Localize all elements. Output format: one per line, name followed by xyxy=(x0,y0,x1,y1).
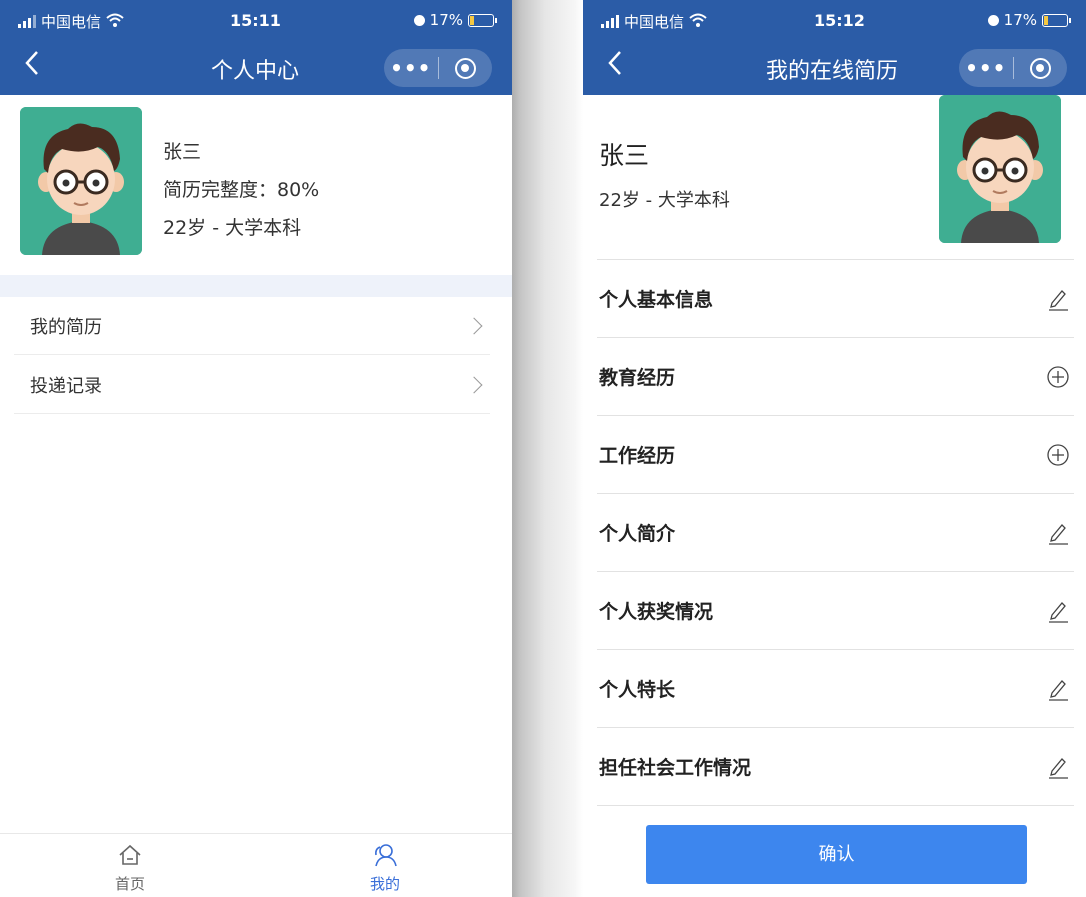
carrier-label: 中国电信 xyxy=(41,13,102,31)
carrier-label: 中国电信 xyxy=(624,13,685,31)
back-button[interactable] xyxy=(605,48,635,84)
user-name: 张三 xyxy=(163,141,202,163)
chevron-left-icon xyxy=(608,51,621,75)
section-work-experience[interactable]: 工作经历 xyxy=(597,415,1074,493)
status-bar: 中国电信 15:11 17% xyxy=(0,0,512,40)
nav-bar: 我的在线简历 ••• xyxy=(583,40,1086,95)
battery-icon xyxy=(468,13,497,27)
menu-item-application-records[interactable]: 投递记录 xyxy=(14,356,490,414)
edit-icon[interactable] xyxy=(1046,599,1070,623)
section-introduction[interactable]: 个人简介 xyxy=(597,493,1074,571)
battery-percent: 17% xyxy=(429,11,463,29)
resume-completeness: 简历完整度：80% xyxy=(163,179,320,201)
profile-info: 张三 简历完整度：80% 22岁 - 大学本科 xyxy=(163,133,319,247)
personal-center-screen: 中国电信 15:11 17% 个人中心 ••• 张三 简历完整度：80% 22岁… xyxy=(0,0,512,897)
edit-icon[interactable] xyxy=(1046,521,1070,545)
section-label: 个人基本信息 xyxy=(599,289,714,311)
home-icon xyxy=(119,844,141,865)
battery-percent: 17% xyxy=(1003,11,1037,29)
close-button[interactable] xyxy=(439,57,493,79)
status-bar: 中国电信 15:12 17% xyxy=(583,0,1086,40)
tab-label: 我的 xyxy=(369,875,400,893)
online-resume-screen: 中国电信 15:12 17% 我的在线简历 ••• 张三 22岁 - 大学本科 xyxy=(583,0,1086,897)
section-label: 担任社会工作情况 xyxy=(599,757,752,779)
section-label: 工作经历 xyxy=(599,445,676,467)
wifi-icon xyxy=(106,13,124,31)
edit-icon[interactable] xyxy=(1046,287,1070,311)
divider xyxy=(597,805,1074,806)
tab-mine[interactable]: 我的 xyxy=(345,840,425,894)
edit-icon[interactable] xyxy=(1046,677,1070,701)
mini-program-capsule: ••• xyxy=(384,49,492,87)
close-circle-icon xyxy=(1029,57,1051,79)
section-label: 个人获奖情况 xyxy=(599,601,714,623)
mini-program-capsule: ••• xyxy=(959,49,1067,87)
confirm-button[interactable]: 确认 xyxy=(646,825,1027,884)
alarm-icon xyxy=(413,14,425,26)
menu-item-label: 投递记录 xyxy=(30,375,102,397)
avatar[interactable] xyxy=(939,95,1061,243)
avatar-illustration xyxy=(939,95,1061,243)
section-label: 教育经历 xyxy=(599,367,676,389)
close-button[interactable] xyxy=(1014,57,1068,79)
section-label: 个人简介 xyxy=(599,523,676,545)
chevron-left-icon xyxy=(25,51,38,75)
section-label: 个人特长 xyxy=(599,679,676,701)
menu-item-my-resume[interactable]: 我的简历 xyxy=(14,297,490,355)
clock-time: 15:12 xyxy=(814,11,865,30)
signal-icon xyxy=(18,15,36,28)
menu-item-label: 我的简历 xyxy=(30,316,102,338)
section-education[interactable]: 教育经历 xyxy=(597,337,1074,415)
close-circle-icon xyxy=(454,57,476,79)
chevron-right-icon xyxy=(465,317,483,334)
avatar xyxy=(20,107,142,255)
section-divider xyxy=(0,275,512,297)
more-button[interactable]: ••• xyxy=(384,49,438,87)
tab-bar: 首页 我的 xyxy=(0,833,512,897)
tab-home[interactable]: 首页 xyxy=(90,840,170,894)
add-icon[interactable] xyxy=(1046,443,1070,467)
section-skills[interactable]: 个人特长 xyxy=(597,649,1074,727)
age-education: 22岁 - 大学本科 xyxy=(599,190,730,211)
battery-icon xyxy=(1042,13,1071,27)
signal-icon xyxy=(601,15,619,28)
page-title: 个人中心 xyxy=(211,59,300,84)
section-social-work[interactable]: 担任社会工作情况 xyxy=(597,727,1074,805)
nav-bar: 个人中心 ••• xyxy=(0,40,512,95)
back-button[interactable] xyxy=(22,48,52,84)
edit-icon[interactable] xyxy=(1046,755,1070,779)
page-title: 我的在线简历 xyxy=(766,59,899,84)
avatar-illustration xyxy=(20,107,142,255)
user-icon xyxy=(375,844,397,867)
age-education: 22岁 - 大学本科 xyxy=(163,217,302,239)
chevron-right-icon xyxy=(465,376,483,393)
more-button[interactable]: ••• xyxy=(959,49,1013,87)
tab-label: 首页 xyxy=(114,875,145,893)
section-awards[interactable]: 个人获奖情况 xyxy=(597,571,1074,649)
alarm-icon xyxy=(987,14,999,26)
wifi-icon xyxy=(689,13,707,31)
clock-time: 15:11 xyxy=(230,11,281,30)
add-icon[interactable] xyxy=(1046,365,1070,389)
user-name: 张三 xyxy=(599,141,650,170)
section-basic-info[interactable]: 个人基本信息 xyxy=(597,259,1074,337)
